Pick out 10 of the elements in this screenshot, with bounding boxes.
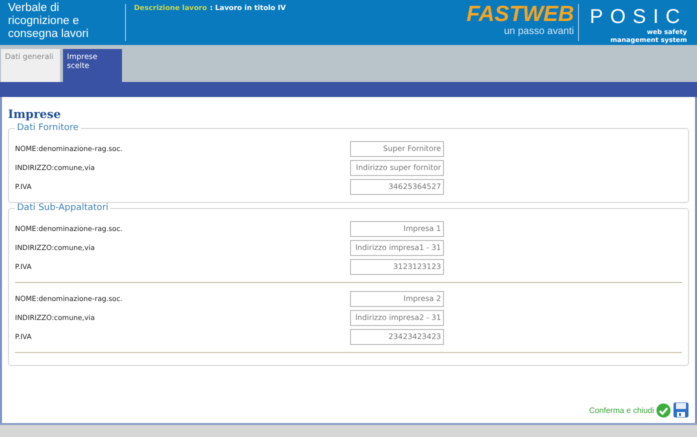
save-icon[interactable] xyxy=(673,402,689,418)
product-logo: POSIC xyxy=(590,6,687,28)
section-legend: Dati Fornitore xyxy=(15,123,81,133)
section-legend: Dati Sub-Appaltatori xyxy=(15,203,110,213)
brand-tagline: un passo avanti xyxy=(504,26,574,37)
brand-logo: FASTWEB xyxy=(466,2,574,26)
check-icon[interactable] xyxy=(656,402,671,418)
page-title: Imprese xyxy=(8,107,62,121)
app-title: Verbale di ricognizione e consegna lavori xyxy=(7,1,90,42)
confirm-link[interactable]: Conferma e chiudi xyxy=(589,406,654,414)
